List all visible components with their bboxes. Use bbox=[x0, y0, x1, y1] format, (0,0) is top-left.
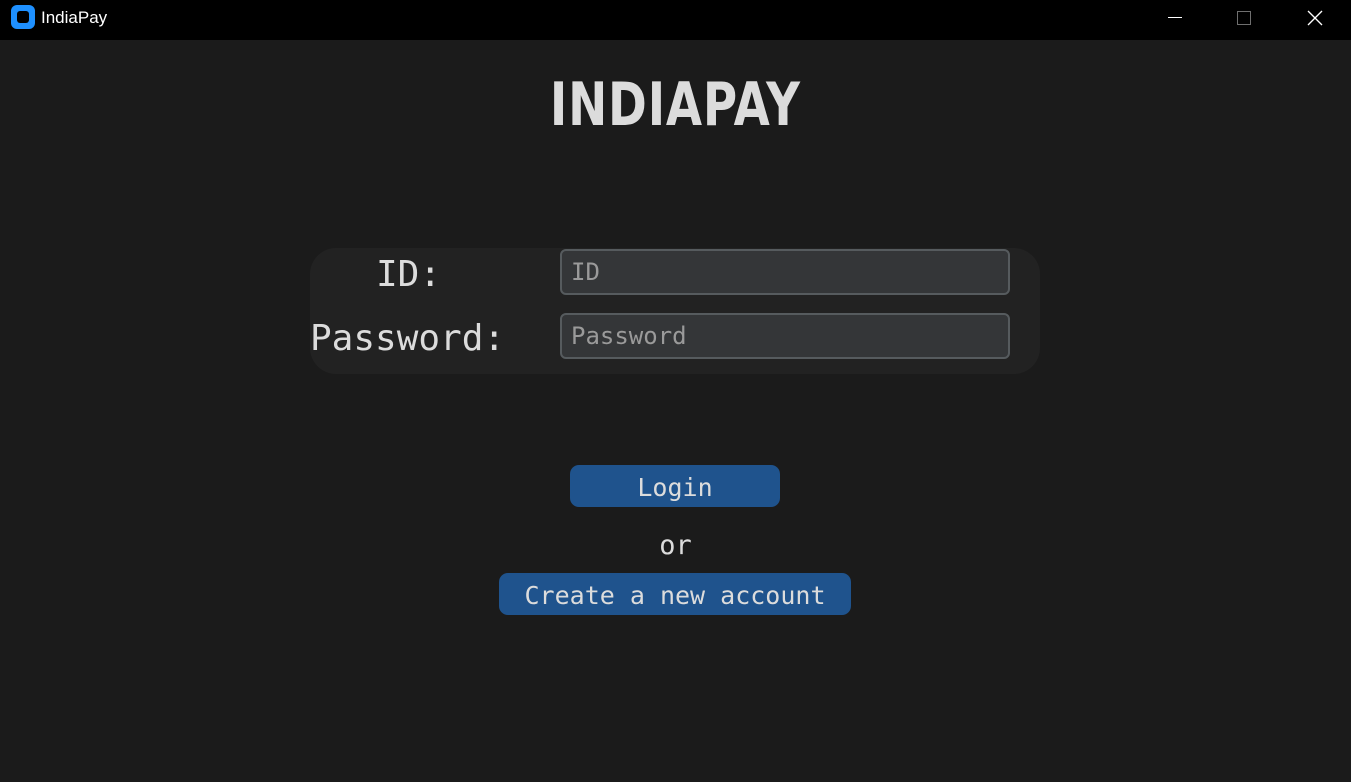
password-input[interactable] bbox=[560, 313, 1010, 359]
or-separator: or bbox=[659, 530, 692, 561]
id-input[interactable] bbox=[560, 249, 1010, 295]
maximize-icon[interactable] bbox=[1221, 0, 1267, 36]
id-label: ID: bbox=[376, 254, 442, 295]
create-account-button[interactable]: Create a new account bbox=[499, 573, 851, 615]
close-icon[interactable] bbox=[1292, 0, 1338, 36]
app-window: IndiaPay INDIAPAY ID: Password: Login or… bbox=[0, 0, 1351, 782]
login-button[interactable]: Login bbox=[570, 465, 780, 507]
app-logo-icon bbox=[11, 5, 35, 29]
minimize-icon[interactable] bbox=[1152, 0, 1198, 36]
password-label: Password: bbox=[310, 318, 506, 359]
brand-title: INDIAPAY bbox=[549, 70, 801, 140]
title-bar[interactable]: IndiaPay bbox=[0, 0, 1351, 40]
window-title: IndiaPay bbox=[41, 8, 108, 27]
close-glyph bbox=[1307, 10, 1323, 26]
